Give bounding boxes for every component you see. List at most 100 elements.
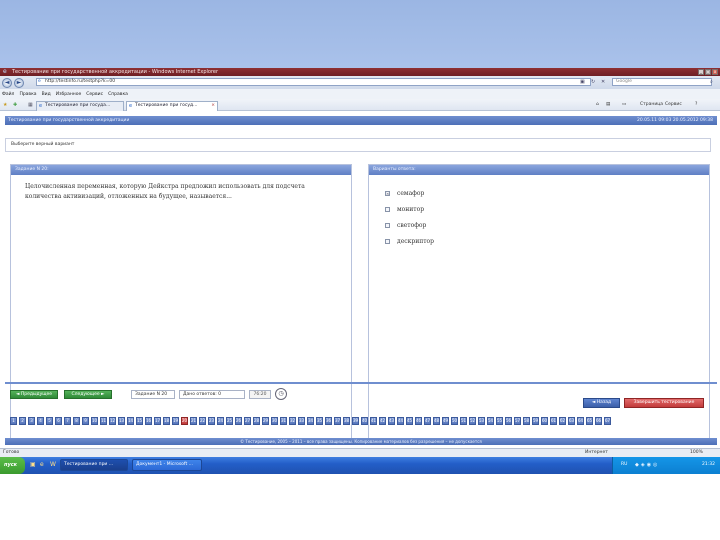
- tab-1[interactable]: e Тестирование при госуда...: [36, 101, 124, 111]
- question-nav-cell[interactable]: 13: [118, 417, 125, 425]
- home-icon[interactable]: ⌂: [596, 102, 599, 107]
- compat-icon[interactable]: ▣: [580, 79, 585, 85]
- answer-option-4[interactable]: дескриптор: [385, 238, 434, 245]
- question-nav-cell[interactable]: 22: [199, 417, 206, 425]
- tray-icons[interactable]: ◆◈◉◎: [635, 462, 659, 468]
- question-nav-cell[interactable]: 47: [424, 417, 431, 425]
- answer-option-1[interactable]: × семафор: [385, 190, 424, 197]
- question-nav-cell[interactable]: 56: [505, 417, 512, 425]
- tab-2[interactable]: e Тестирование при госуд... ×: [126, 101, 218, 111]
- question-nav-cell[interactable]: 57: [514, 417, 521, 425]
- question-nav-cell[interactable]: 52: [469, 417, 476, 425]
- tab-close-icon[interactable]: ×: [211, 102, 215, 110]
- question-nav-cell[interactable]: 55: [496, 417, 503, 425]
- question-nav-cell[interactable]: 59: [532, 417, 539, 425]
- question-nav-cell[interactable]: 2: [19, 417, 26, 425]
- zoom-level[interactable]: 100%: [690, 449, 703, 457]
- question-nav-cell[interactable]: 29: [262, 417, 269, 425]
- minimize-button[interactable]: _: [698, 69, 704, 75]
- question-nav-cell[interactable]: 36: [325, 417, 332, 425]
- favorites-star-icon[interactable]: ★: [3, 102, 7, 108]
- question-nav-cell[interactable]: 33: [298, 417, 305, 425]
- answer-checkbox[interactable]: [385, 223, 390, 228]
- close-button[interactable]: x: [712, 69, 718, 75]
- finish-test-button[interactable]: Завершить тестирование: [624, 398, 704, 408]
- next-question-button[interactable]: Следующее ►: [64, 390, 112, 399]
- back-icon[interactable]: ◄: [2, 77, 12, 88]
- question-nav-cell[interactable]: 49: [442, 417, 449, 425]
- question-nav-cell[interactable]: 35: [316, 417, 323, 425]
- question-nav-cell[interactable]: 46: [415, 417, 422, 425]
- question-nav-cell[interactable]: 54: [487, 417, 494, 425]
- question-nav-cell[interactable]: 23: [208, 417, 215, 425]
- question-nav-cell[interactable]: 40: [361, 417, 368, 425]
- answer-option-3[interactable]: светофор: [385, 222, 426, 229]
- question-nav-cell[interactable]: 48: [433, 417, 440, 425]
- quick-tabs-icon[interactable]: ▦: [28, 102, 33, 108]
- question-nav-cell[interactable]: 14: [127, 417, 134, 425]
- question-nav-cell[interactable]: 66: [595, 417, 602, 425]
- taskbar-button-ie[interactable]: Тестирование при ...: [60, 459, 128, 471]
- add-favorites-icon[interactable]: ✚: [13, 102, 17, 108]
- question-nav-cell[interactable]: 16: [145, 417, 152, 425]
- menu-favorites[interactable]: Избранное: [56, 92, 82, 97]
- question-nav-cell[interactable]: 26: [235, 417, 242, 425]
- menu-file[interactable]: Файл: [2, 92, 14, 97]
- search-icon[interactable]: ⌕: [710, 79, 713, 85]
- answer-checkbox[interactable]: [385, 239, 390, 244]
- back-button[interactable]: ◄ Назад: [583, 398, 620, 408]
- prev-question-button[interactable]: ◄ Предыдущее: [10, 390, 58, 399]
- question-nav-cell[interactable]: 64: [577, 417, 584, 425]
- question-nav-cell[interactable]: 28: [253, 417, 260, 425]
- question-nav-cell[interactable]: 8: [73, 417, 80, 425]
- question-nav-cell[interactable]: 63: [568, 417, 575, 425]
- question-nav-cell[interactable]: 31: [280, 417, 287, 425]
- question-nav-cell[interactable]: 10: [91, 417, 98, 425]
- question-nav-cell[interactable]: 37: [334, 417, 341, 425]
- question-nav-cell[interactable]: 6: [55, 417, 62, 425]
- menu-tools[interactable]: Сервис: [86, 92, 103, 97]
- question-nav-cell[interactable]: 38: [343, 417, 350, 425]
- question-nav-cell[interactable]: 60: [541, 417, 548, 425]
- question-nav-cell[interactable]: 32: [289, 417, 296, 425]
- question-nav-cell[interactable]: 27: [244, 417, 251, 425]
- language-indicator[interactable]: RU: [621, 462, 627, 467]
- question-nav-cell[interactable]: 5: [46, 417, 53, 425]
- question-nav-cell[interactable]: 51: [460, 417, 467, 425]
- question-nav-cell[interactable]: 12: [109, 417, 116, 425]
- menu-view[interactable]: Вид: [42, 92, 51, 97]
- feeds-icon[interactable]: ▤: [606, 102, 610, 107]
- refresh-icon[interactable]: ↻: [591, 79, 595, 85]
- url-field[interactable]: e http://testinfo.ru/testphp?k=00: [36, 78, 591, 86]
- menu-edit[interactable]: Правка: [19, 92, 36, 97]
- tools-menu[interactable]: Сервис: [665, 102, 682, 107]
- question-nav-cell[interactable]: 20: [181, 417, 188, 425]
- question-nav-cell[interactable]: 11: [100, 417, 107, 425]
- question-nav-cell[interactable]: 9: [82, 417, 89, 425]
- question-nav-cell[interactable]: 7: [64, 417, 71, 425]
- ie-quicklaunch-icon[interactable]: e: [40, 461, 44, 468]
- question-nav-cell[interactable]: 30: [271, 417, 278, 425]
- search-input[interactable]: Google: [612, 78, 712, 86]
- question-nav-cell[interactable]: 42: [379, 417, 386, 425]
- question-nav-cell[interactable]: 17: [154, 417, 161, 425]
- stop-icon[interactable]: ✕: [601, 79, 605, 85]
- question-nav-cell[interactable]: 19: [172, 417, 179, 425]
- question-nav-cell[interactable]: 39: [352, 417, 359, 425]
- question-nav-cell[interactable]: 50: [451, 417, 458, 425]
- question-nav-cell[interactable]: 34: [307, 417, 314, 425]
- answer-checkbox[interactable]: ×: [385, 191, 390, 196]
- forward-icon[interactable]: ►: [14, 77, 24, 88]
- start-button[interactable]: пуск: [0, 457, 25, 474]
- maximize-button[interactable]: □: [705, 69, 711, 75]
- answer-checkbox[interactable]: [385, 207, 390, 212]
- page-menu[interactable]: Страница: [640, 102, 663, 107]
- help-icon[interactable]: ?: [695, 102, 697, 107]
- question-nav-cell[interactable]: 18: [163, 417, 170, 425]
- question-nav-cell[interactable]: 4: [37, 417, 44, 425]
- menu-help[interactable]: Справка: [108, 92, 128, 97]
- show-desktop-icon[interactable]: ▣: [30, 461, 36, 468]
- question-nav-cell[interactable]: 58: [523, 417, 530, 425]
- question-nav-cell[interactable]: 24: [217, 417, 224, 425]
- question-nav-cell[interactable]: 1: [10, 417, 17, 425]
